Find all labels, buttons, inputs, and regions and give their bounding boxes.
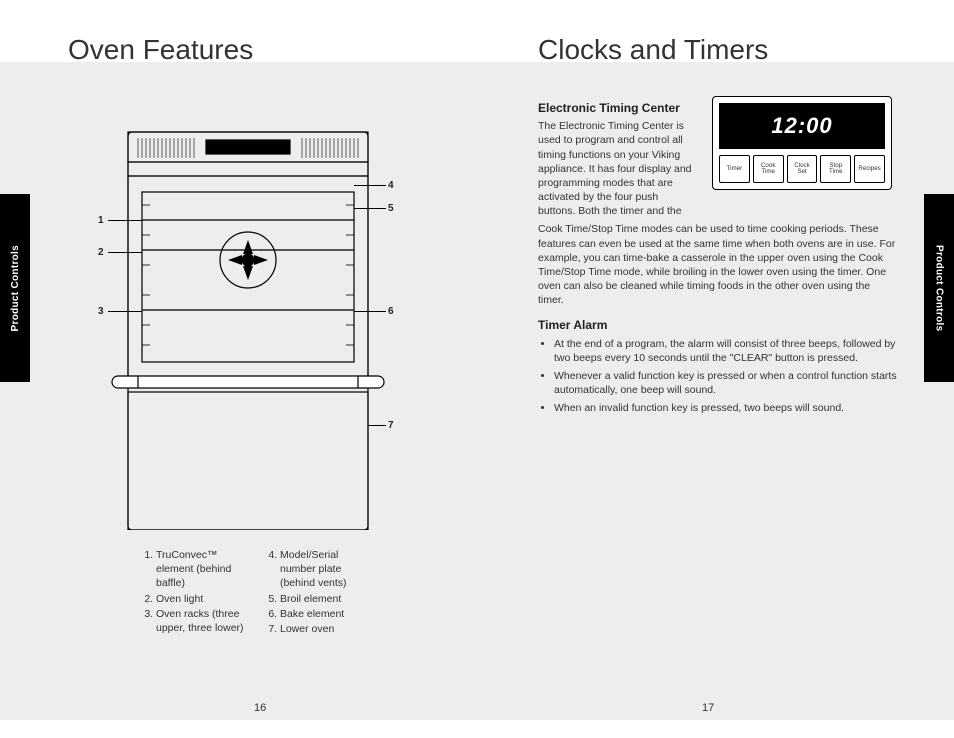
callout-1: 1: [98, 215, 104, 226]
page-number-right: 17: [702, 702, 714, 714]
callout-2: 2: [98, 247, 104, 258]
right-page: 12:00 Timer Cook Time Clock Set Stop Tim…: [538, 100, 898, 419]
page-title-left: Oven Features: [68, 34, 253, 66]
timer-bullet-3: When an invalid function key is pressed,…: [554, 401, 898, 415]
panel-btn-stoptime: Stop Time: [820, 155, 851, 183]
legend-item-5: Broil element: [280, 592, 374, 606]
legend-item-1: TruConvec™ element (behind baffle): [156, 548, 250, 591]
side-tab-right-label: Product Controls: [934, 245, 945, 331]
timer-alarm-list: At the end of a program, the alarm will …: [538, 337, 898, 416]
side-tab-right: Product Controls: [924, 194, 954, 382]
callout-3-line: [108, 311, 142, 312]
legend-item-7: Lower oven: [280, 622, 374, 636]
callout-7-line: [368, 425, 386, 426]
timing-center-panel: 12:00 Timer Cook Time Clock Set Stop Tim…: [712, 96, 892, 190]
panel-btn-recipes: Recipes: [854, 155, 885, 183]
legend-item-4: Model/Serial number plate (behind vents): [280, 548, 374, 591]
callout-6: 6: [388, 306, 394, 317]
left-page: 1 2 3 4 5 6 7: [68, 100, 428, 530]
diagram-legend: TruConvec™ element (behind baffle) Oven …: [140, 548, 420, 637]
panel-btn-cooktime: Cook Time: [753, 155, 784, 183]
callout-4-line: [354, 185, 386, 186]
legend-item-3: Oven racks (three upper, three lower): [156, 607, 250, 635]
timer-bullet-1: At the end of a program, the alarm will …: [554, 337, 898, 365]
panel-display: 12:00: [719, 103, 885, 149]
callout-6-line: [354, 311, 386, 312]
etc-section: 12:00 Timer Cook Time Clock Set Stop Tim…: [538, 100, 898, 218]
oven-diagram: 1 2 3 4 5 6 7: [98, 100, 398, 530]
callout-2-line: [108, 252, 142, 253]
page-number-left: 16: [254, 702, 266, 714]
legend-item-2: Oven light: [156, 592, 250, 606]
timer-alarm-heading: Timer Alarm: [538, 317, 898, 333]
callout-5: 5: [388, 203, 394, 214]
callout-7: 7: [388, 420, 394, 431]
side-tab-left: Product Controls: [0, 194, 30, 382]
etc-intro-col: The Electronic Timing Center is used to …: [538, 119, 698, 218]
etc-intro-rest: Cook Time/Stop Time modes can be used to…: [538, 222, 898, 307]
callout-5-line: [354, 208, 386, 209]
timer-bullet-2: Whenever a valid function key is pressed…: [554, 369, 898, 397]
oven-svg: [98, 100, 398, 530]
panel-button-row: Timer Cook Time Clock Set Stop Time Reci…: [719, 155, 885, 183]
callout-3: 3: [98, 306, 104, 317]
panel-btn-timer: Timer: [719, 155, 750, 183]
side-tab-left-label: Product Controls: [10, 245, 21, 331]
panel-btn-clockset: Clock Set: [787, 155, 818, 183]
callout-4: 4: [388, 180, 394, 191]
page-title-right: Clocks and Timers: [538, 34, 768, 66]
legend-item-6: Bake element: [280, 607, 374, 621]
callout-1-line: [108, 220, 142, 221]
